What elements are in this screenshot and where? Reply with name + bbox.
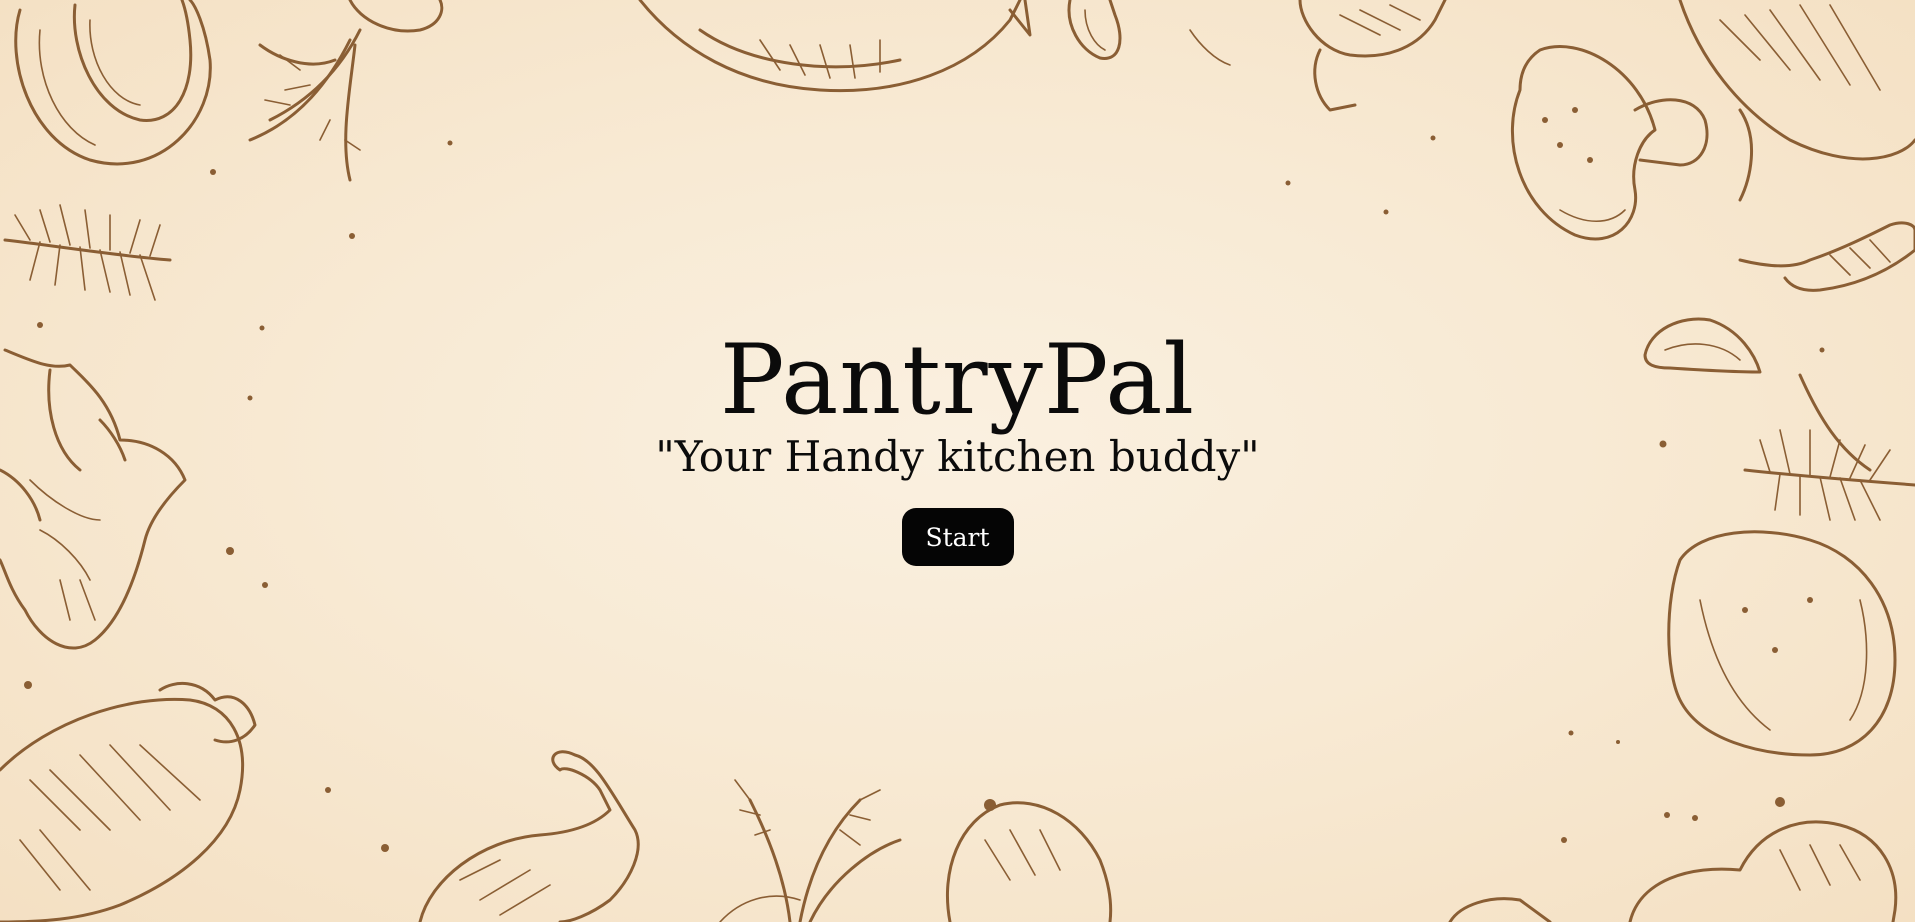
eggplant-illustration xyxy=(0,681,257,922)
avocado-illustration xyxy=(14,0,212,166)
app-title: PantryPal xyxy=(719,324,1196,436)
start-button[interactable]: Start xyxy=(901,508,1014,566)
hero-section: PantryPal "Your Handy kitchen buddy" Sta… xyxy=(0,330,1915,566)
herb-bunch-illustration xyxy=(719,779,902,922)
app-tagline: "Your Handy kitchen buddy" xyxy=(655,432,1260,481)
chili-pepper-illustration xyxy=(1738,221,1915,292)
fish-illustration xyxy=(638,0,1032,93)
radish-illustration xyxy=(248,0,444,182)
leaf-illustration xyxy=(1678,0,1915,202)
avocado-illustration xyxy=(1448,820,1898,922)
mushroom-illustration xyxy=(1511,45,1709,241)
rosemary-illustration xyxy=(3,204,172,301)
radish-illustration xyxy=(1189,0,1447,112)
potato-illustration xyxy=(945,799,1113,922)
drumstick-illustration xyxy=(418,750,640,922)
garlic-clove-illustration xyxy=(1067,0,1122,60)
